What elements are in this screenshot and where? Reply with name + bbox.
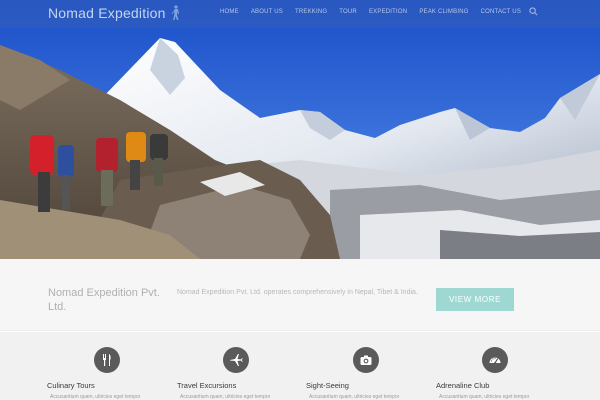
service-title: Travel Excursions xyxy=(177,381,237,390)
service-title: Culinary Tours xyxy=(47,381,95,390)
intro-description: Nomad Expedition Pvt. Ltd. operates comp… xyxy=(177,289,418,296)
service-title: Adrenaline Club xyxy=(436,381,490,390)
nav-home[interactable]: HOME xyxy=(214,8,245,16)
service-text: Accusantium quam, ultricies eget tempor xyxy=(309,394,400,400)
brand-logo[interactable]: Nomad Expedition xyxy=(48,5,182,21)
brand-name: Nomad Expedition xyxy=(48,5,166,21)
service-text: Accusantium quam, ultricies eget tempor xyxy=(180,394,271,400)
service-title: Sight-Seeing xyxy=(306,381,349,390)
nav-about-us[interactable]: ABOUT US xyxy=(245,8,289,16)
cutlery-icon xyxy=(94,347,120,373)
nav-contact-us[interactable]: CONTACT US xyxy=(475,8,527,16)
services-section: Culinary Tours Accusantium quam, ultrici… xyxy=(0,332,600,400)
hero-image xyxy=(0,0,600,259)
hiker-icon xyxy=(171,5,179,20)
hero-banner xyxy=(0,0,600,259)
nav-expedition[interactable]: EXPEDITION xyxy=(363,8,413,16)
airplane-icon xyxy=(223,347,249,373)
nav-peak-climbing[interactable]: PEAK CLIMBING xyxy=(413,8,474,16)
view-more-button[interactable]: VIEW MORE xyxy=(436,288,514,311)
nav-trekking[interactable]: TREKKING xyxy=(289,8,333,16)
camera-icon xyxy=(353,347,379,373)
top-navbar: Nomad Expedition HOME ABOUT US TREKKING … xyxy=(0,0,600,28)
service-text: Accusantium quam, ultricies eget tempor xyxy=(439,394,530,400)
speedometer-icon xyxy=(482,347,508,373)
service-text: Accusantium quam, ultricies eget tempor xyxy=(50,394,141,400)
intro-title: Nomad Expedition Pvt. Ltd. xyxy=(48,287,160,313)
nav-tour[interactable]: TOUR xyxy=(333,8,363,16)
main-nav: HOME ABOUT US TREKKING TOUR EXPEDITION P… xyxy=(214,8,527,16)
search-icon[interactable] xyxy=(529,7,538,16)
